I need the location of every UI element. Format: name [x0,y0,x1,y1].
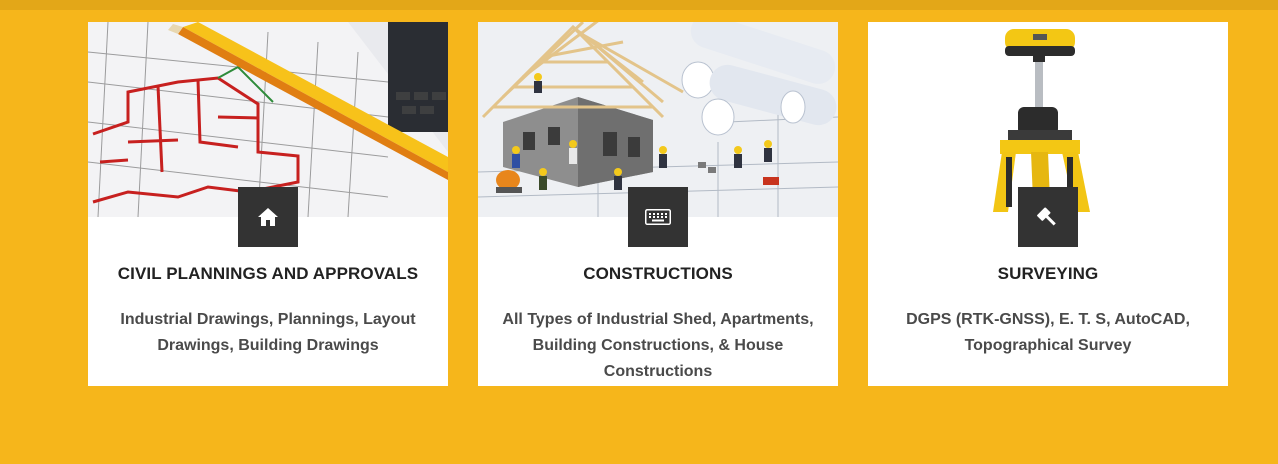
top-bar [0,0,1278,10]
card-title: CIVIL PLANNINGS AND APPROVALS [117,264,419,283]
card-title: SURVEYING [997,264,1099,283]
service-card-civil-plannings[interactable]: CIVIL PLANNINGS AND APPROVALS Industrial… [88,22,448,386]
card-description: DGPS (RTK-GNSS), E. T. S, AutoCAD, Topog… [906,311,1190,354]
gavel-icon [1037,207,1056,226]
service-card-surveying[interactable]: SURVEYING DGPS (RTK-GNSS), E. T. S, Auto… [868,22,1228,386]
card-title: CONSTRUCTIONS [583,264,733,283]
keyboard-icon-box [628,187,688,247]
service-card-constructions[interactable]: CONSTRUCTIONS All Types of Industrial Sh… [478,22,838,386]
home-icon [258,208,278,226]
card-description: Industrial Drawings, Plannings, Layout D… [120,311,416,354]
card-description: All Types of Industrial Shed, Apartments… [502,311,814,380]
gavel-icon-box [1018,187,1078,247]
home-icon-box [238,187,298,247]
keyboard-icon [645,209,671,225]
